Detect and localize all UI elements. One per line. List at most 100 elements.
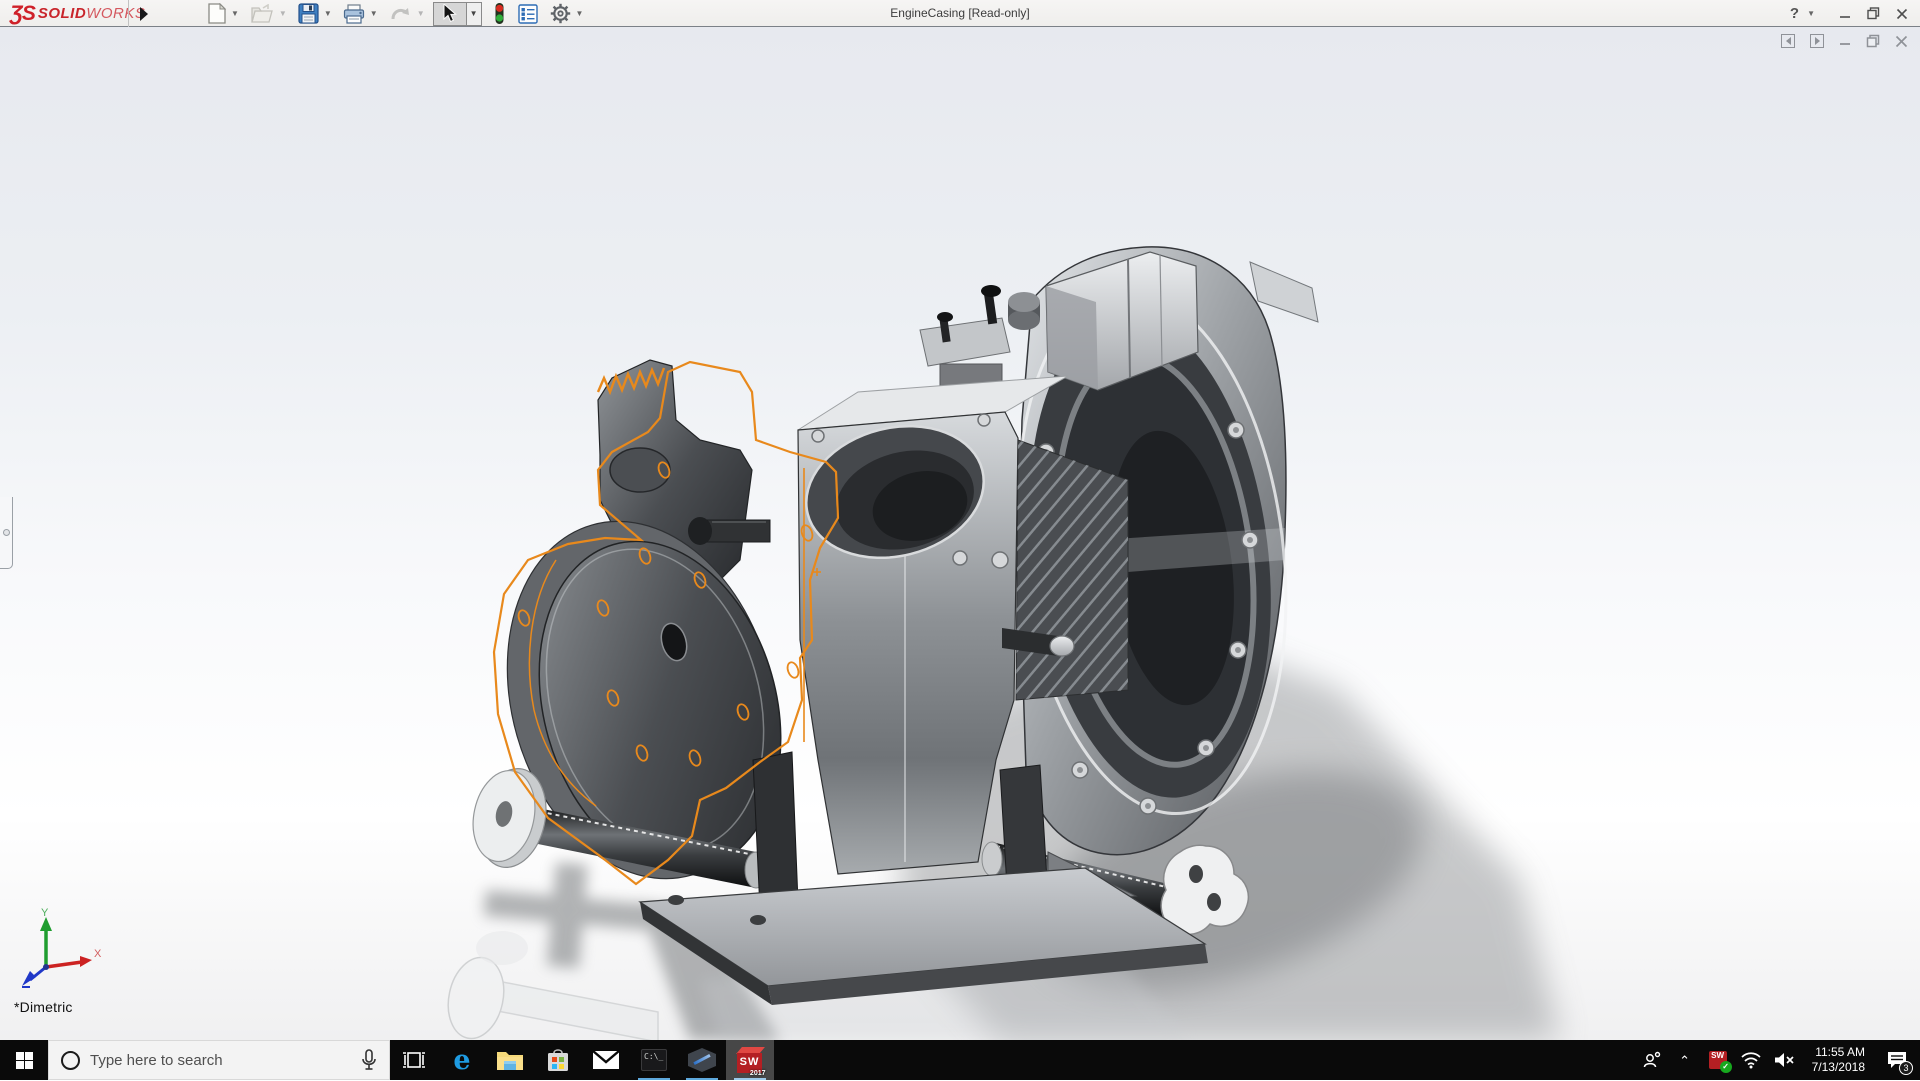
new-document-button[interactable] [205,2,229,26]
command-prompt-button[interactable]: C:\_ [630,1040,678,1080]
notification-count-badge: 3 [1899,1061,1913,1075]
ds-logo-icon: ƷS [10,1,36,25]
dome-bolt [1049,635,1075,657]
print-button[interactable] [340,2,368,26]
select-button[interactable] [432,1,467,26]
system-tray: ⌃ SW ✓ 11:55 AM 7/13/2018 3 [1639,1040,1920,1080]
tray-time: 11:55 AM [1815,1045,1865,1059]
options-gear-icon [550,3,570,24]
next-pane-button[interactable] [1810,34,1824,48]
edge-icon: e [453,1044,471,1076]
print-icon [343,3,364,24]
new-document-icon [208,3,226,24]
file-explorer-button[interactable] [486,1040,534,1080]
taskbar-clock[interactable]: 11:55 AM 7/13/2018 [1804,1045,1873,1075]
cortana-icon [61,1050,80,1070]
save-dropdown-caret[interactable]: ▼ [322,9,334,18]
undo-icon [391,7,409,19]
view-orientation-label: *Dimetric [14,999,73,1015]
select-dropdown-caret[interactable]: ▼ [466,1,482,26]
tray-date: 7/13/2018 [1811,1060,1865,1074]
save-button[interactable] [295,2,322,26]
open-dropdown-caret[interactable]: ▼ [277,9,289,18]
people-icon[interactable] [1639,1040,1665,1080]
options-button[interactable] [547,2,574,26]
pane-left-arrow-icon [1785,37,1791,45]
engine-casing-model[interactable] [0,27,1920,1040]
save-icon [298,3,319,24]
print-dropdown-caret[interactable]: ▼ [368,9,380,18]
triad-x-axis: X [45,948,102,969]
edrawings-button[interactable] [678,1040,726,1080]
tray-overflow-chevron[interactable]: ⌃ [1672,1041,1698,1081]
minimize-button[interactable] [1839,8,1851,20]
solidworks-tray-badge[interactable]: SW ✓ [1705,1040,1732,1080]
orientation-triad: X Y [22,907,102,988]
volume-muted-icon[interactable] [1771,1040,1797,1080]
document-window-controls [1781,34,1908,48]
select-cursor-icon [443,4,457,23]
task-view-button[interactable] [390,1040,438,1080]
traffic-light-icon [495,3,504,24]
command-prompt-icon: C:\_ [641,1049,667,1071]
check-icon: ✓ [1719,1061,1732,1073]
file-explorer-icon [497,1052,523,1070]
traffic-light-button[interactable] [490,2,509,26]
doc-restore-icon [1866,34,1880,48]
graphics-viewport[interactable]: X Y *Dimetric [0,27,1920,1040]
help-dropdown-caret[interactable]: ▼ [1805,9,1817,18]
doc-restore-button[interactable] [1866,34,1880,48]
solidworks-year-label: 2017 [749,1069,766,1077]
edrawings-icon [688,1046,716,1074]
doc-close-icon [1895,35,1908,47]
task-view-icon [403,1052,425,1068]
pane-right-arrow-icon [1814,37,1820,45]
open-icon [251,3,273,23]
display-manager-button[interactable] [515,2,541,26]
toolbar-flyout-button[interactable] [136,5,152,22]
close-button[interactable] [1896,8,1908,20]
action-center-button[interactable]: 3 [1880,1040,1914,1080]
edge-button[interactable]: e [438,1040,486,1080]
store-icon [548,1049,568,1071]
svg-text:Y: Y [41,907,49,919]
triad-z-axis [22,965,47,988]
document-title: EngineCasing [Read-only] [890,6,1030,20]
title-bar: ƷS SOLID WORKS ▼ ▼ ▼ ▼ ▼ ▼ ▼ EngineCasin… [0,0,1920,27]
open-button[interactable] [247,2,277,26]
windows-logo-icon [15,1051,33,1069]
close-icon [1896,8,1908,19]
restore-button[interactable] [1867,7,1880,20]
microphone-icon[interactable] [361,1049,377,1071]
start-button[interactable] [0,1040,48,1080]
flyout-arrow-icon [140,6,148,21]
options-dropdown-caret[interactable]: ▼ [574,9,586,18]
mail-icon [592,1050,620,1069]
doc-minimize-icon [1840,43,1850,45]
undo-button[interactable] [386,2,415,26]
doc-minimize-button[interactable] [1839,35,1851,47]
minimize-icon [1840,15,1850,18]
previous-pane-button[interactable] [1781,34,1795,48]
help-button[interactable]: ? [1790,5,1799,22]
window-controls: ? ▼ [1790,0,1908,27]
windows-taskbar: e C: [0,1040,1920,1080]
undo-dropdown-caret[interactable]: ▼ [415,9,427,18]
display-manager-icon [517,3,538,24]
taskbar-search[interactable] [48,1040,390,1080]
quick-access-toolbar: ▼ ▼ ▼ ▼ ▼ ▼ ▼ [205,0,591,27]
solidworks-taskbar-button[interactable]: SW 2017 [726,1040,774,1080]
logo-text-solid: SOLID [37,5,87,22]
triad-y-axis: Y [40,907,52,967]
solidworks-logo: ƷS SOLID WORKS [10,1,145,26]
restore-icon [1867,7,1880,20]
mail-button[interactable] [582,1040,630,1080]
taskbar-apps: e C:\_ S W 2017 [390,1040,774,1080]
toolbar-separator [128,0,129,27]
wifi-icon[interactable] [1738,1040,1764,1080]
store-button[interactable] [534,1040,582,1080]
svg-text:X: X [94,948,102,960]
search-input[interactable] [90,1051,351,1069]
new-dropdown-caret[interactable]: ▼ [229,9,241,18]
doc-close-button[interactable] [1895,35,1908,48]
